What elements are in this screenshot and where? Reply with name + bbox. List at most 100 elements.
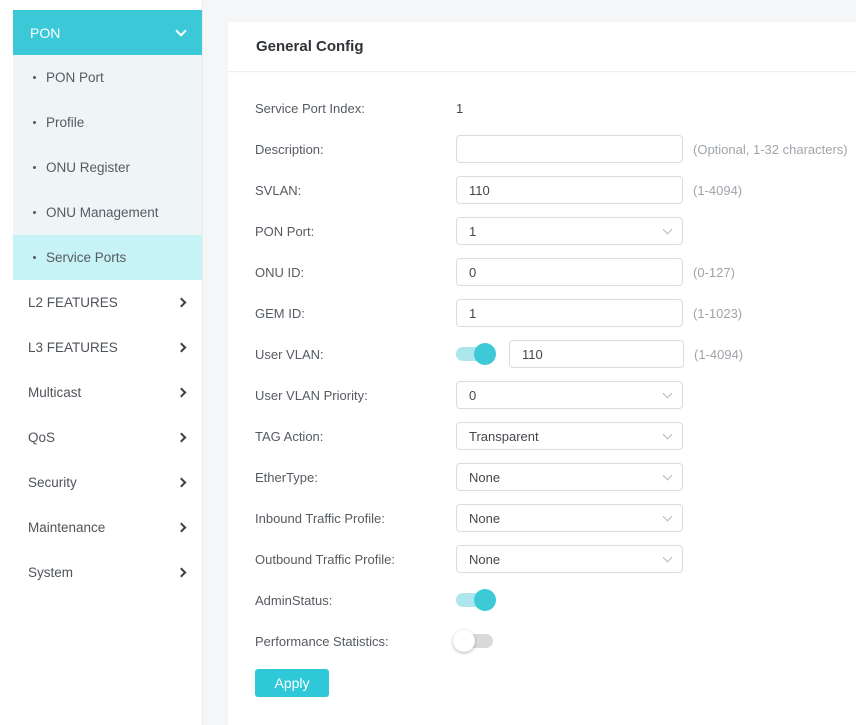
sidebar-section-label: Multicast <box>28 385 82 400</box>
description-row: Description: (Optional, 1-32 characters) <box>255 135 856 163</box>
user-vlan-priority-label: User VLAN Priority: <box>255 387 368 403</box>
pon-port-select[interactable]: 1 <box>456 217 683 245</box>
chevron-down-icon <box>175 24 187 37</box>
chevron-down-icon <box>662 511 673 521</box>
user-vlan-label: User VLAN: <box>255 346 324 362</box>
description-input[interactable] <box>456 135 683 163</box>
ethertype-label: EtherType: <box>255 469 318 485</box>
onu-id-label: ONU ID: <box>255 264 305 280</box>
outbound-traffic-profile-label: Outbound Traffic Profile: <box>255 551 395 567</box>
chevron-right-icon <box>176 567 187 578</box>
sidebar-section-pon-label: PON <box>30 24 61 41</box>
sidebar-section-qos[interactable]: QoS <box>0 415 202 460</box>
user-vlan-row: User VLAN: (1-4094) <box>255 340 856 368</box>
service-port-index-row: Service Port Index: 1 <box>255 94 856 122</box>
bullet-icon <box>33 211 36 214</box>
performance-statistics-toggle[interactable] <box>453 630 493 652</box>
bullet-icon <box>33 166 36 169</box>
onu-id-row: ONU ID: (0-127) <box>255 258 856 286</box>
tag-action-label: TAG Action: <box>255 428 324 444</box>
inbound-traffic-profile-select[interactable]: None <box>456 504 683 532</box>
sidebar-item-label: Profile <box>46 115 85 130</box>
outbound-traffic-profile-row: Outbound Traffic Profile: None <box>255 545 856 573</box>
inbound-traffic-profile-row: Inbound Traffic Profile: None <box>255 504 856 532</box>
sidebar-item-label: ONU Register <box>46 160 131 175</box>
sidebar-item-label: ONU Management <box>46 205 159 220</box>
chevron-right-icon <box>176 432 187 443</box>
user-vlan-hint: (1-4094) <box>694 346 744 362</box>
sidebar-section-label: Security <box>28 475 77 490</box>
bullet-icon <box>33 256 36 259</box>
outbound-traffic-profile-selected-value: None <box>469 551 501 567</box>
sidebar-section-pon[interactable]: PON <box>13 10 202 55</box>
chevron-right-icon <box>176 342 187 353</box>
performance-statistics-row: Performance Statistics: <box>255 627 856 655</box>
chevron-right-icon <box>176 387 187 398</box>
sidebar-item-profile[interactable]: Profile <box>13 100 202 145</box>
sidebar-item-pon-port[interactable]: PON Port <box>13 55 202 100</box>
apply-button[interactable]: Apply <box>255 669 329 697</box>
user-vlan-toggle[interactable] <box>456 343 496 365</box>
description-label: Description: <box>255 141 324 157</box>
pon-port-label: PON Port: <box>255 223 315 239</box>
sidebar-section-label: L2 FEATURES <box>28 295 118 310</box>
toggle-knob <box>474 589 496 611</box>
svlan-input[interactable] <box>456 176 683 204</box>
performance-statistics-label: Performance Statistics: <box>255 633 389 649</box>
chevron-down-icon <box>662 470 673 480</box>
user-vlan-priority-selected-value: 0 <box>469 387 477 403</box>
service-port-index-label: Service Port Index: <box>255 100 365 116</box>
sidebar-section-label: L3 FEATURES <box>28 340 118 355</box>
user-vlan-priority-select[interactable]: 0 <box>456 381 683 409</box>
sidebar-section-label: System <box>28 565 74 580</box>
chevron-down-icon <box>662 429 673 439</box>
user-vlan-input[interactable] <box>509 340 684 368</box>
outbound-traffic-profile-select[interactable]: None <box>456 545 683 573</box>
sidebar: PON PON Port Profile ONU Register ONU Ma… <box>0 0 203 725</box>
chevron-down-icon <box>662 224 673 234</box>
user-vlan-priority-row: User VLAN Priority: 0 <box>255 381 856 409</box>
panel-title: General Config <box>228 22 856 72</box>
sidebar-section-multicast[interactable]: Multicast <box>0 370 202 415</box>
tag-action-select[interactable]: Transparent <box>456 422 683 450</box>
ethertype-row: EtherType: None <box>255 463 856 491</box>
gem-id-hint: (1-1023) <box>693 305 743 321</box>
admin-status-row: AdminStatus: <box>255 586 856 614</box>
pon-port-row: PON Port: 1 <box>255 217 856 245</box>
tag-action-row: TAG Action: Transparent <box>255 422 856 450</box>
chevron-right-icon <box>176 522 187 533</box>
sidebar-section-label: QoS <box>28 430 56 445</box>
gem-id-row: GEM ID: (1-1023) <box>255 299 856 327</box>
onu-id-input[interactable] <box>456 258 683 286</box>
chevron-right-icon <box>176 297 187 308</box>
chevron-down-icon <box>662 388 673 398</box>
sidebar-item-onu-management[interactable]: ONU Management <box>13 190 202 235</box>
bullet-icon <box>33 76 36 79</box>
sidebar-item-label: PON Port <box>46 70 104 85</box>
pon-submenu: PON Port Profile ONU Register ONU Manage… <box>13 55 202 280</box>
sidebar-item-service-ports[interactable]: Service Ports <box>13 235 202 280</box>
ethertype-selected-value: None <box>469 469 501 485</box>
toggle-knob <box>474 343 496 365</box>
gem-id-input[interactable] <box>456 299 683 327</box>
toggle-knob <box>453 630 475 652</box>
sidebar-section-security[interactable]: Security <box>0 460 202 505</box>
sidebar-section-l2-features[interactable]: L2 FEATURES <box>0 280 202 325</box>
inbound-traffic-profile-label: Inbound Traffic Profile: <box>255 510 385 526</box>
onu-id-hint: (0-127) <box>693 264 735 280</box>
sidebar-section-l3-features[interactable]: L3 FEATURES <box>0 325 202 370</box>
sidebar-section-system[interactable]: System <box>0 550 202 595</box>
sidebar-section-label: Maintenance <box>28 520 106 535</box>
admin-status-toggle[interactable] <box>456 589 496 611</box>
svlan-label: SVLAN: <box>255 182 302 198</box>
service-port-index-value: 1 <box>456 100 464 116</box>
sidebar-section-maintenance[interactable]: Maintenance <box>0 505 202 550</box>
gem-id-label: GEM ID: <box>255 305 305 321</box>
admin-status-label: AdminStatus: <box>255 592 333 608</box>
bullet-icon <box>33 121 36 124</box>
ethertype-select[interactable]: None <box>456 463 683 491</box>
tag-action-selected-value: Transparent <box>469 428 539 444</box>
description-hint: (Optional, 1-32 characters) <box>693 141 848 157</box>
chevron-down-icon <box>662 552 673 562</box>
sidebar-item-onu-register[interactable]: ONU Register <box>13 145 202 190</box>
